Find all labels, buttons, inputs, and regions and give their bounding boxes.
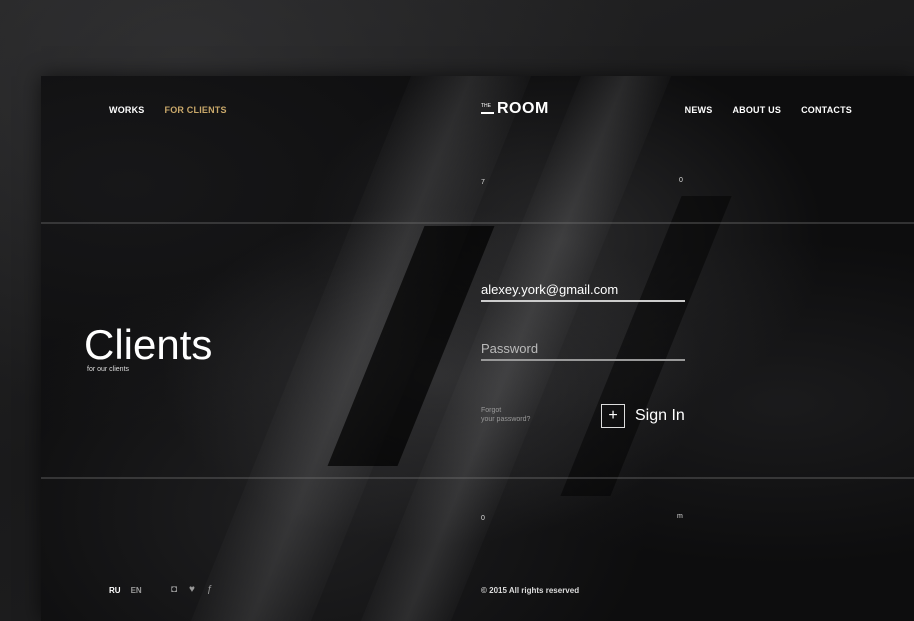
sign-in-label: Sign In [635,407,685,424]
logo-bar [481,112,494,114]
page-subtitle: for our clients [87,366,130,373]
facebook-icon[interactable]: ƒ [207,584,213,595]
divider-line [41,477,914,479]
password-field[interactable]: Password [481,341,685,361]
language-switcher: RU EN [109,586,142,595]
page-frame: WORKS FOR CLIENTS THE ROOM NEWS ABOUT US… [41,76,914,621]
corner-marker: m [677,513,683,520]
divider-line [41,222,914,224]
nav-for-clients[interactable]: FOR CLIENTS [165,105,227,115]
logo-small-text: THE [481,103,491,109]
corner-marker: 0 [481,515,485,522]
lang-en[interactable]: EN [131,586,142,595]
corner-marker: 7 [481,179,485,186]
twitter-icon[interactable]: ♥ [189,584,195,595]
nav-news[interactable]: NEWS [685,105,713,115]
corner-marker: 0 [679,177,683,184]
lang-ru[interactable]: RU [109,586,121,595]
logo-main: ROOM [497,100,549,117]
email-field[interactable]: alexey.york@gmail.com [481,282,685,302]
social-links: ◘ ♥ ƒ [171,584,213,595]
nav-contacts[interactable]: CONTACTS [801,105,852,115]
logo-small: THE [481,104,494,114]
copyright: © 2015 All rights reserved [481,586,580,595]
logo[interactable]: THE ROOM [481,100,549,118]
nav-left: WORKS FOR CLIENTS [109,105,227,115]
nav-about-us[interactable]: ABOUT US [732,105,781,115]
nav-right: NEWS ABOUT US CONTACTS [685,105,852,115]
forgot-password-link[interactable]: Forgot your password? [481,406,530,424]
plus-icon: + [601,404,625,428]
nav-works[interactable]: WORKS [109,105,145,115]
instagram-icon[interactable]: ◘ [171,584,177,595]
sign-in-button[interactable]: + Sign In [601,404,685,428]
page-title: Clients [84,321,213,368]
